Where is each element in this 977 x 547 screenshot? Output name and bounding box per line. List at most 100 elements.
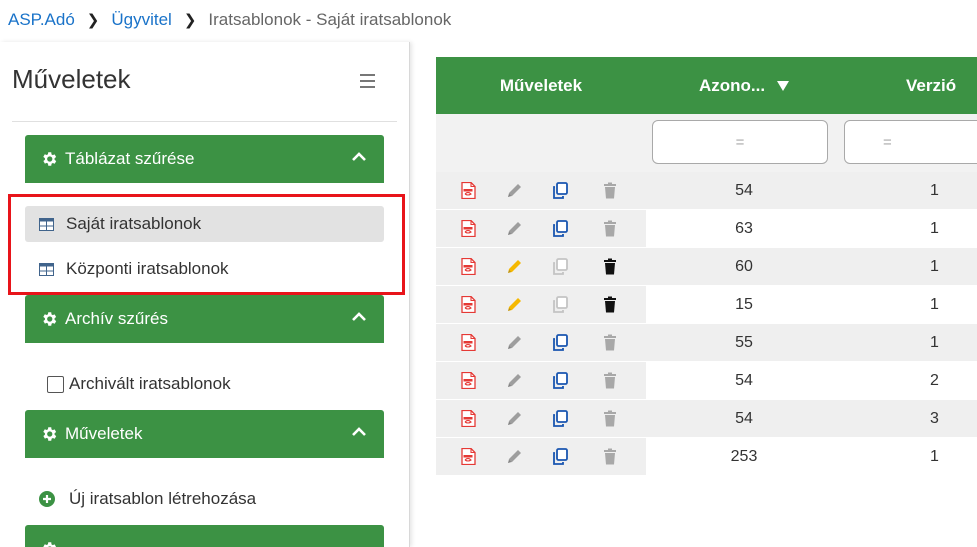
- copy-icon[interactable]: [552, 258, 568, 275]
- trash-icon[interactable]: [602, 334, 618, 351]
- row-actions: [436, 324, 646, 361]
- sidebar-item-label: Új iratsablon létrehozása: [69, 489, 257, 508]
- panel-tablazat-szurese[interactable]: Táblázat szűrése: [25, 135, 384, 183]
- panel-title: Műveletek: [65, 424, 143, 443]
- sidebar-title: Műveletek: [12, 64, 131, 94]
- gear-icon: [43, 542, 57, 547]
- row-actions: [436, 438, 646, 475]
- pencil-icon[interactable]: [506, 334, 522, 351]
- cell-azonosito: 253: [646, 438, 842, 475]
- panel-muveletek[interactable]: Műveletek: [25, 410, 384, 458]
- cell-verzio: 3: [842, 400, 977, 437]
- pdf-icon[interactable]: [460, 409, 476, 428]
- copy-icon[interactable]: [552, 296, 568, 313]
- breadcrumb-separator-icon: ❯: [183, 12, 197, 29]
- panel-title: Archív szűrés: [65, 309, 168, 328]
- row-actions: [436, 248, 646, 285]
- cell-azonosito: 15: [646, 286, 842, 323]
- trash-icon[interactable]: [602, 182, 618, 199]
- plus-circle-icon: [39, 491, 55, 507]
- pdf-icon[interactable]: [460, 295, 476, 314]
- sidebar-item-label: Archivált iratsablonok: [69, 374, 231, 393]
- chevron-up-icon[interactable]: [352, 427, 366, 437]
- pencil-icon[interactable]: [506, 182, 522, 199]
- cell-azonosito: 63: [646, 210, 842, 247]
- panel-collapsed[interactable]: [25, 525, 384, 547]
- sidebar-divider: [12, 121, 397, 122]
- filter-input-verzio[interactable]: =: [844, 120, 977, 164]
- pencil-icon[interactable]: [506, 448, 522, 465]
- row-actions: [436, 362, 646, 399]
- cell-azonosito: 55: [646, 324, 842, 361]
- pencil-icon[interactable]: [506, 296, 522, 313]
- data-table: Műveletek Azono... Verzió = = 54 1 63 1 60 1 1…: [436, 57, 977, 547]
- trash-icon[interactable]: [602, 372, 618, 389]
- cell-azonosito: 60: [646, 248, 842, 285]
- cell-azonosito: 54: [646, 172, 842, 209]
- filter-input-azonosito[interactable]: =: [652, 120, 828, 164]
- gear-icon: [43, 152, 57, 166]
- trash-icon[interactable]: [602, 258, 618, 275]
- pencil-icon[interactable]: [506, 258, 522, 275]
- filter-row: = =: [436, 114, 977, 172]
- pdf-icon[interactable]: [460, 447, 476, 466]
- breadcrumb-separator-icon: ❯: [86, 12, 100, 29]
- table-row[interactable]: 15 1: [436, 286, 977, 323]
- copy-icon[interactable]: [552, 334, 568, 351]
- row-actions: [436, 286, 646, 323]
- cell-verzio: 1: [842, 324, 977, 361]
- chevron-up-icon[interactable]: [352, 152, 366, 162]
- pdf-icon[interactable]: [460, 181, 476, 200]
- sort-down-icon[interactable]: [777, 80, 790, 91]
- panel-title: Táblázat szűrése: [65, 149, 195, 168]
- table-row[interactable]: 253 1: [436, 438, 977, 475]
- trash-icon[interactable]: [602, 296, 618, 313]
- column-header-azonosito[interactable]: Azono...: [646, 57, 842, 114]
- table-row[interactable]: 54 1: [436, 172, 977, 209]
- pdf-icon[interactable]: [460, 333, 476, 352]
- chevron-up-icon[interactable]: [352, 312, 366, 322]
- row-actions: [436, 400, 646, 437]
- copy-icon[interactable]: [552, 372, 568, 389]
- copy-icon[interactable]: [552, 220, 568, 237]
- sidebar-item-archivalt-iratsablonok[interactable]: Archivált iratsablonok: [25, 366, 384, 402]
- breadcrumb-link-ugyvitel[interactable]: Ügyvitel: [111, 10, 171, 30]
- copy-icon[interactable]: [552, 182, 568, 199]
- highlight-frame: [8, 194, 405, 295]
- table-header: Műveletek Azono... Verzió: [436, 57, 977, 114]
- pdf-icon[interactable]: [460, 371, 476, 390]
- trash-icon[interactable]: [602, 448, 618, 465]
- pencil-icon[interactable]: [506, 220, 522, 237]
- sidebar-header: Műveletek: [12, 64, 397, 100]
- trash-icon[interactable]: [602, 410, 618, 427]
- cell-verzio: 1: [842, 438, 977, 475]
- cell-verzio: 2: [842, 362, 977, 399]
- table-row[interactable]: 60 1: [436, 248, 977, 285]
- copy-icon[interactable]: [552, 410, 568, 427]
- trash-icon[interactable]: [602, 220, 618, 237]
- pdf-icon[interactable]: [460, 257, 476, 276]
- pencil-icon[interactable]: [506, 372, 522, 389]
- row-actions: [436, 210, 646, 247]
- table-row[interactable]: 63 1: [436, 210, 977, 247]
- column-header-muveletek: Műveletek: [499, 75, 583, 95]
- cell-verzio: 1: [842, 210, 977, 247]
- breadcrumb-link-asp-ado[interactable]: ASP.Adó: [8, 10, 75, 30]
- cell-verzio: 1: [842, 172, 977, 209]
- row-actions: [436, 172, 646, 209]
- cell-azonosito: 54: [646, 400, 842, 437]
- gear-icon: [43, 312, 57, 326]
- cell-verzio: 1: [842, 286, 977, 323]
- column-header-verzio[interactable]: Verzió: [842, 57, 977, 114]
- panel-archiv-szures[interactable]: Archív szűrés: [25, 295, 384, 343]
- checkbox-icon[interactable]: [47, 375, 64, 393]
- cell-verzio: 1: [842, 248, 977, 285]
- pdf-icon[interactable]: [460, 219, 476, 238]
- copy-icon[interactable]: [552, 448, 568, 465]
- table-row[interactable]: 54 3: [436, 400, 977, 437]
- pencil-icon[interactable]: [506, 410, 522, 427]
- table-row[interactable]: 54 2: [436, 362, 977, 399]
- table-row[interactable]: 55 1: [436, 324, 977, 361]
- menu-icon[interactable]: [360, 74, 375, 88]
- sidebar-item-uj-iratsablon[interactable]: Új iratsablon létrehozása: [25, 481, 384, 517]
